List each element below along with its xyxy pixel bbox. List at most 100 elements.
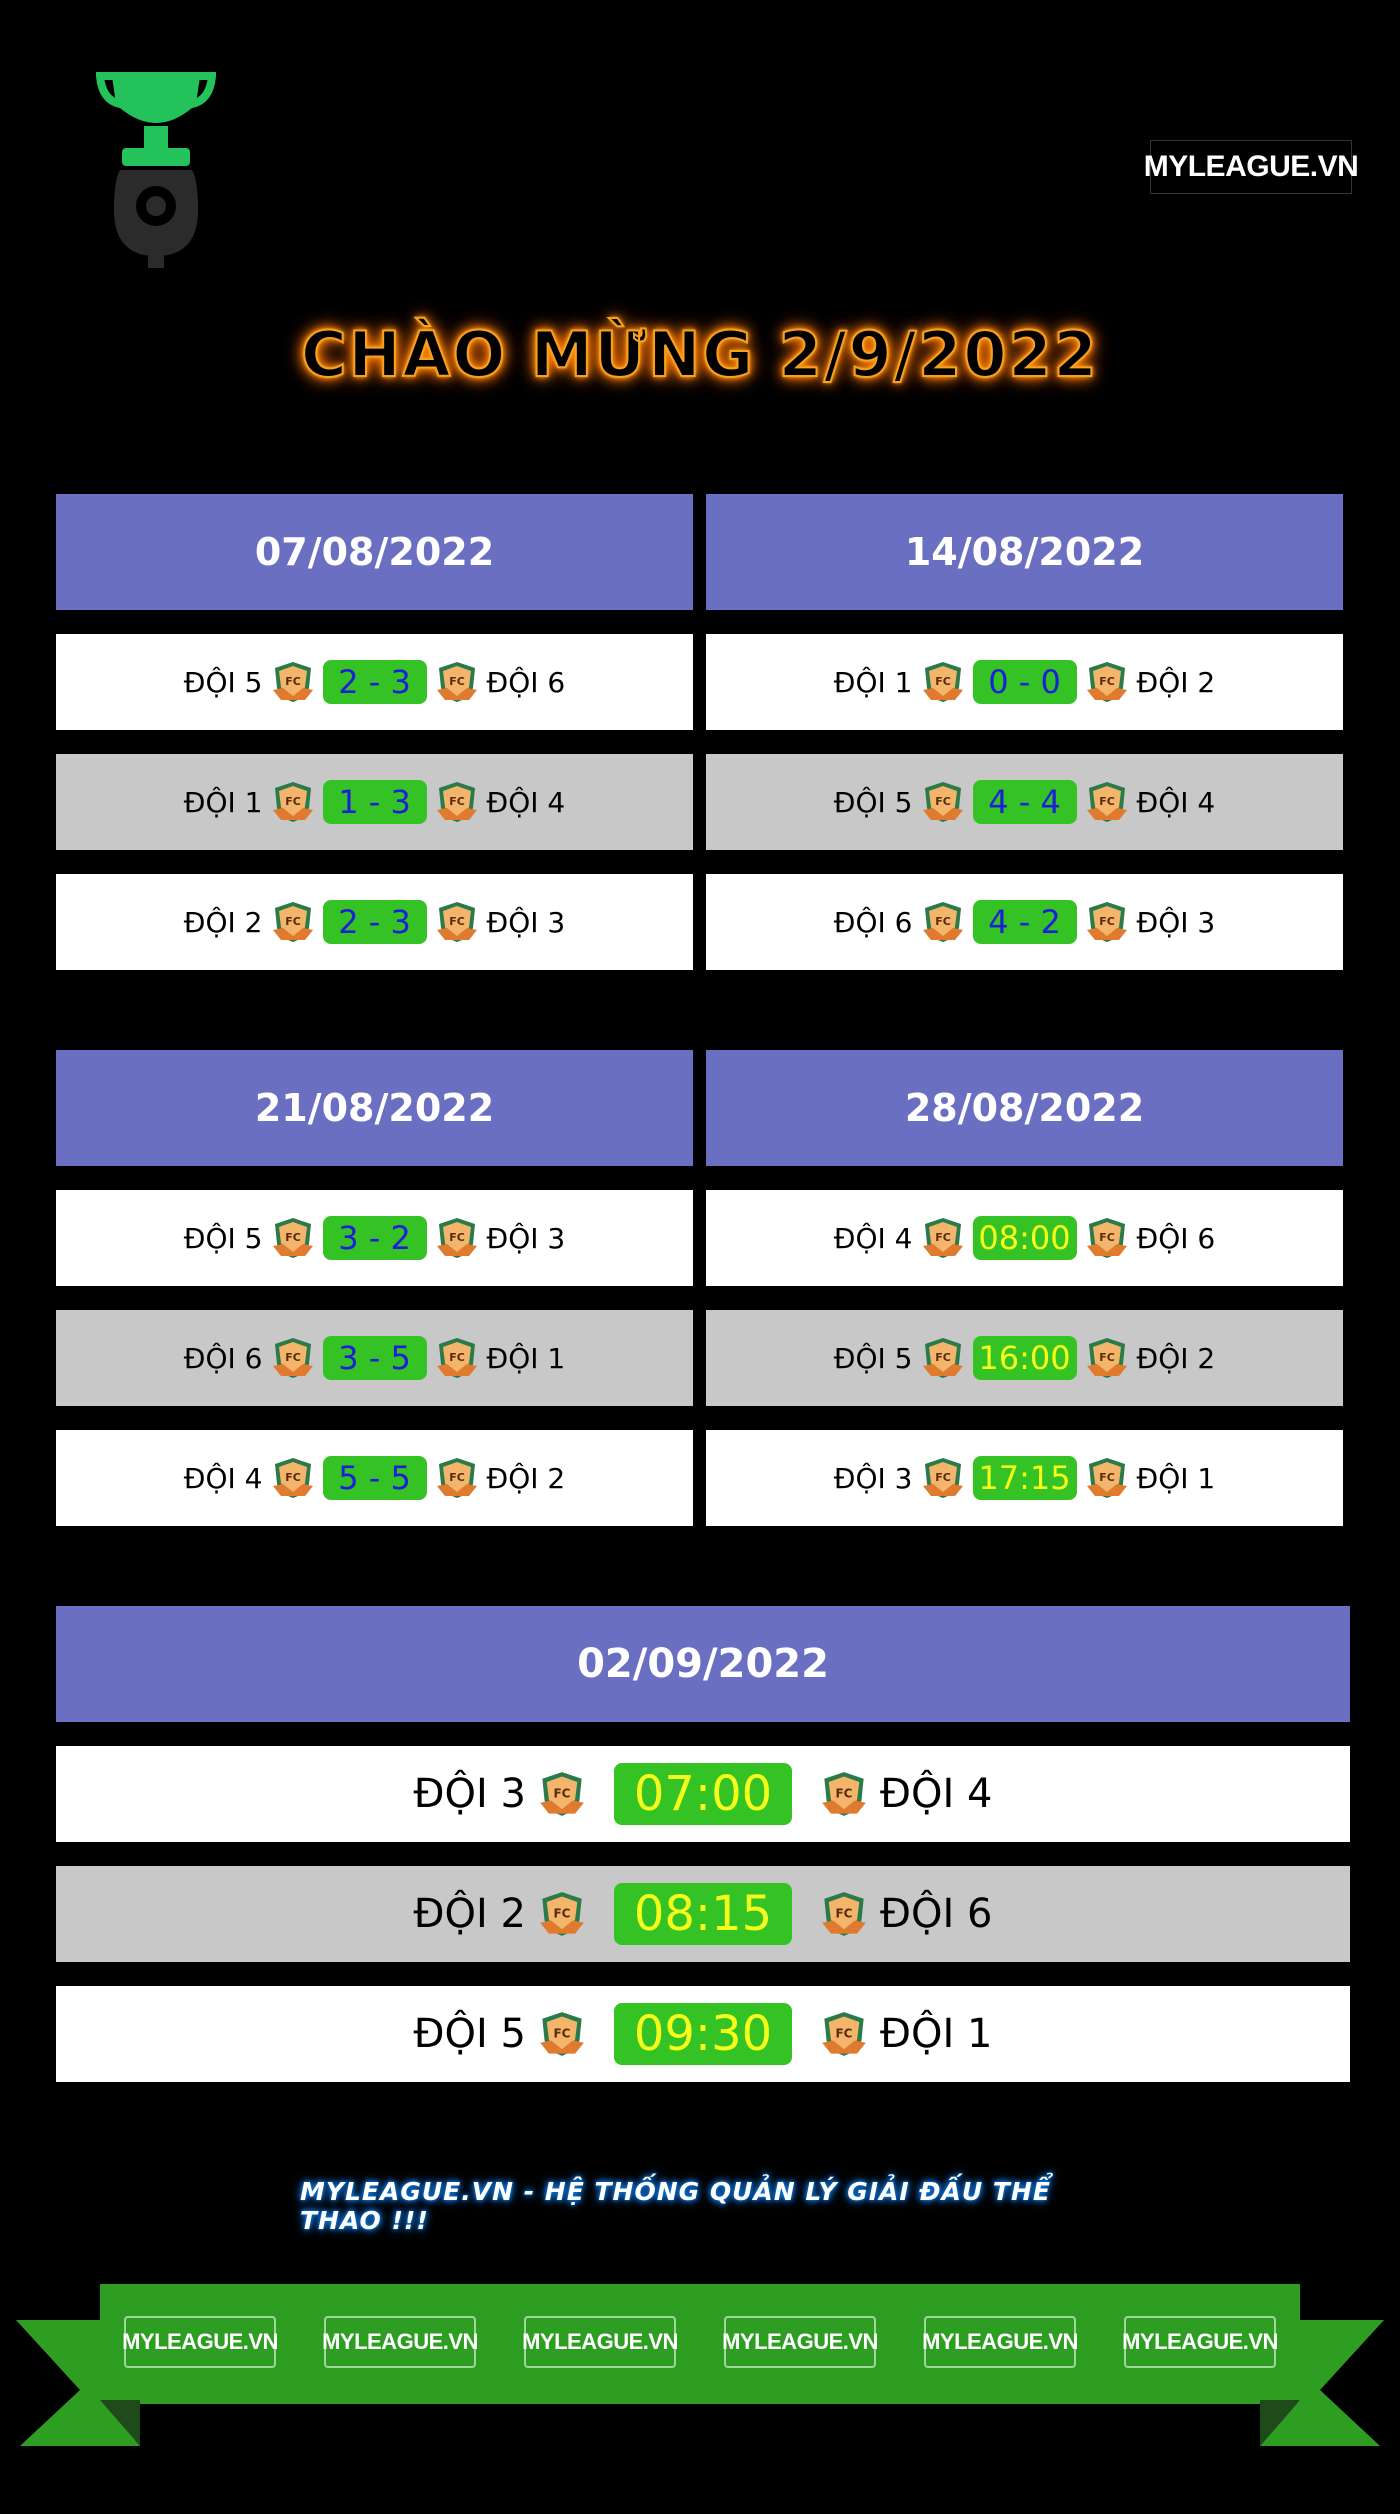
ribbon-logo: MYLEAGUE.VN	[522, 2316, 678, 2368]
fc-shield-icon: FC	[271, 1456, 315, 1500]
round-date-header: 14/08/2022	[706, 494, 1343, 610]
svg-text:FC: FC	[285, 1471, 301, 1484]
fc-shield-icon: FC	[271, 1216, 315, 1260]
fc-shield-icon: FC	[921, 1336, 965, 1380]
fc-shield-icon: FC	[921, 660, 965, 704]
svg-text:FC: FC	[553, 2026, 570, 2040]
ribbon-logo: MYLEAGUE.VN	[122, 2316, 278, 2368]
fc-shield-icon: FC	[820, 1890, 868, 1938]
svg-text:FC: FC	[449, 795, 465, 808]
fc-shield-icon: FC	[1085, 1216, 1129, 1260]
fc-shield-icon: FC	[820, 2010, 868, 2058]
match-score: 5 - 5	[322, 1456, 427, 1500]
round-date-header: 02/09/2022	[56, 1606, 1350, 1722]
slogan: MYLEAGUE.VN - HỆ THỐNG QUẢN LÝ GIẢI ĐẤU …	[300, 2177, 1051, 2235]
ribbon-logo: MYLEAGUE.VN	[922, 2316, 1078, 2368]
round-date-header: 28/08/2022	[706, 1050, 1343, 1166]
match-row[interactable]: ĐỘI 4 FC 5 - 5 FC ĐỘI 2	[56, 1430, 693, 1526]
match-row[interactable]: ĐỘI 1 FC 0 - 0 FC ĐỘI 2	[706, 634, 1343, 730]
fc-shield-icon: FC	[435, 1456, 479, 1500]
home-team: ĐỘI 5	[413, 2011, 526, 2057]
match-row[interactable]: ĐỘI 4 FC 08:00 FC ĐỘI 6	[706, 1190, 1343, 1286]
fc-shield-icon: FC	[271, 1336, 315, 1380]
fc-shield-icon: FC	[1085, 900, 1129, 944]
match-row[interactable]: ĐỘI 2 FC 2 - 3 FC ĐỘI 3	[56, 874, 693, 970]
trophy-icon	[96, 72, 216, 268]
ribbon-logo: MYLEAGUE.VN	[322, 2316, 478, 2368]
away-team: ĐỘI 4	[1136, 785, 1216, 819]
match-score: 3 - 5	[322, 1336, 427, 1380]
away-team: ĐỘI 4	[486, 785, 566, 819]
fc-shield-icon: FC	[1085, 1456, 1129, 1500]
fc-shield-icon: FC	[1085, 660, 1129, 704]
away-team: ĐỘI 6	[880, 1891, 993, 1937]
match-row[interactable]: ĐỘI 5 FC 16:00 FC ĐỘI 2	[706, 1310, 1343, 1406]
away-team: ĐỘI 6	[1136, 1221, 1216, 1255]
match-row[interactable]: ĐỘI 3 FC 07:00 FC ĐỘI 4	[56, 1746, 1350, 1842]
kickoff-time: 17:15	[972, 1456, 1077, 1500]
myleague-logo[interactable]: MYLEAGUE.VN	[1144, 140, 1359, 194]
svg-text:FC: FC	[1099, 1471, 1115, 1484]
svg-text:FC: FC	[285, 1231, 301, 1244]
match-score: 0 - 0	[972, 660, 1077, 704]
svg-text:FC: FC	[935, 795, 951, 808]
home-team: ĐỘI 1	[833, 665, 913, 699]
svg-text:FC: FC	[449, 1351, 465, 1364]
match-score: 2 - 3	[322, 900, 427, 944]
away-team: ĐỘI 3	[486, 905, 566, 939]
kickoff-time: 08:15	[614, 1883, 792, 1945]
away-team: ĐỘI 6	[486, 665, 566, 699]
away-team: ĐỘI 2	[486, 1461, 566, 1495]
fc-shield-icon: FC	[435, 780, 479, 824]
round-date-header: 21/08/2022	[56, 1050, 693, 1166]
ribbon-logo: MYLEAGUE.VN	[1122, 2316, 1278, 2368]
match-row[interactable]: ĐỘI 2 FC 08:15 FC ĐỘI 6	[56, 1866, 1350, 1962]
svg-text:FC: FC	[285, 1351, 301, 1364]
home-team: ĐỘI 3	[413, 1771, 526, 1817]
svg-text:FC: FC	[285, 915, 301, 928]
match-score: 4 - 4	[972, 780, 1077, 824]
svg-text:FC: FC	[553, 1786, 570, 1800]
fc-shield-icon: FC	[271, 780, 315, 824]
match-row[interactable]: ĐỘI 6 FC 3 - 5 FC ĐỘI 1	[56, 1310, 693, 1406]
match-row[interactable]: ĐỘI 5 FC 2 - 3 FC ĐỘI 6	[56, 634, 693, 730]
fc-shield-icon: FC	[921, 1456, 965, 1500]
kickoff-time: 09:30	[614, 2003, 792, 2065]
away-team: ĐỘI 2	[1136, 665, 1216, 699]
page-title: CHÀO MỪNG 2/9/2022	[300, 317, 1099, 392]
away-team: ĐỘI 2	[1136, 1341, 1216, 1375]
svg-text:FC: FC	[1099, 795, 1115, 808]
match-row[interactable]: ĐỘI 6 FC 4 - 2 FC ĐỘI 3	[706, 874, 1343, 970]
fc-shield-icon: FC	[1085, 1336, 1129, 1380]
svg-text:FC: FC	[449, 1231, 465, 1244]
svg-text:FC: FC	[285, 675, 301, 688]
fc-shield-icon: FC	[435, 1336, 479, 1380]
svg-text:FC: FC	[1099, 915, 1115, 928]
match-row[interactable]: ĐỘI 3 FC 17:15 FC ĐỘI 1	[706, 1430, 1343, 1526]
svg-text:FC: FC	[1099, 1231, 1115, 1244]
home-team: ĐỘI 4	[183, 1461, 263, 1495]
svg-text:FC: FC	[1099, 1351, 1115, 1364]
away-team: ĐỘI 3	[1136, 905, 1216, 939]
match-score: 4 - 2	[972, 900, 1077, 944]
away-team: ĐỘI 4	[880, 1771, 993, 1817]
kickoff-time: 08:00	[972, 1216, 1077, 1260]
home-team: ĐỘI 1	[183, 785, 263, 819]
match-row[interactable]: ĐỘI 1 FC 1 - 3 FC ĐỘI 4	[56, 754, 693, 850]
match-row[interactable]: ĐỘI 5 FC 09:30 FC ĐỘI 1	[56, 1986, 1350, 2082]
svg-text:FC: FC	[835, 1786, 852, 1800]
fc-shield-icon: FC	[435, 900, 479, 944]
home-team: ĐỘI 6	[833, 905, 913, 939]
away-team: ĐỘI 1	[486, 1341, 566, 1375]
svg-text:FC: FC	[935, 915, 951, 928]
home-team: ĐỘI 6	[183, 1341, 263, 1375]
match-row[interactable]: ĐỘI 5 FC 3 - 2 FC ĐỘI 3	[56, 1190, 693, 1286]
match-row[interactable]: ĐỘI 5 FC 4 - 4 FC ĐỘI 4	[706, 754, 1343, 850]
ribbon-logo: MYLEAGUE.VN	[722, 2316, 878, 2368]
home-team: ĐỘI 5	[183, 1221, 263, 1255]
fc-shield-icon: FC	[921, 780, 965, 824]
kickoff-time: 16:00	[972, 1336, 1077, 1380]
home-team: ĐỘI 5	[833, 785, 913, 819]
away-team: ĐỘI 1	[880, 2011, 993, 2057]
fc-shield-icon: FC	[538, 2010, 586, 2058]
